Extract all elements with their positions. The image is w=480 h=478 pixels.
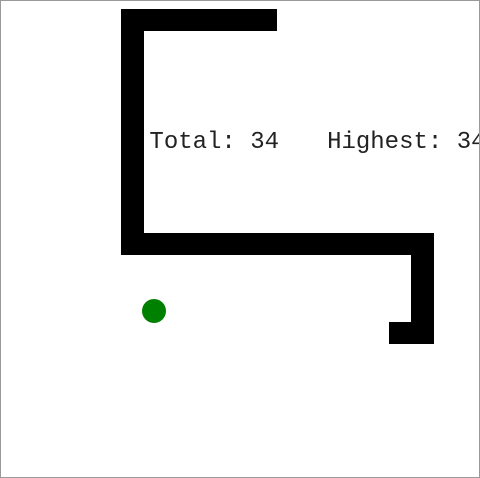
food-dot — [142, 299, 166, 323]
highest-label: Highest: — [327, 129, 443, 156]
total-score: Total: 34 — [149, 129, 279, 156]
total-value: 34 — [250, 129, 280, 156]
snake-segment-middle — [121, 233, 434, 255]
game-board[interactable]: Total: 34Highest: 34 — [1, 1, 479, 477]
score-display: Total: 34Highest: 34 — [63, 102, 479, 183]
highest-value: 34 — [456, 129, 479, 156]
snake-segment-top — [121, 9, 277, 31]
highest-score: Highest: 34 — [327, 129, 479, 156]
snake-segment-tail — [389, 322, 434, 344]
total-label: Total: — [149, 129, 236, 156]
game-window: Total: 34Highest: 34 — [0, 0, 480, 478]
